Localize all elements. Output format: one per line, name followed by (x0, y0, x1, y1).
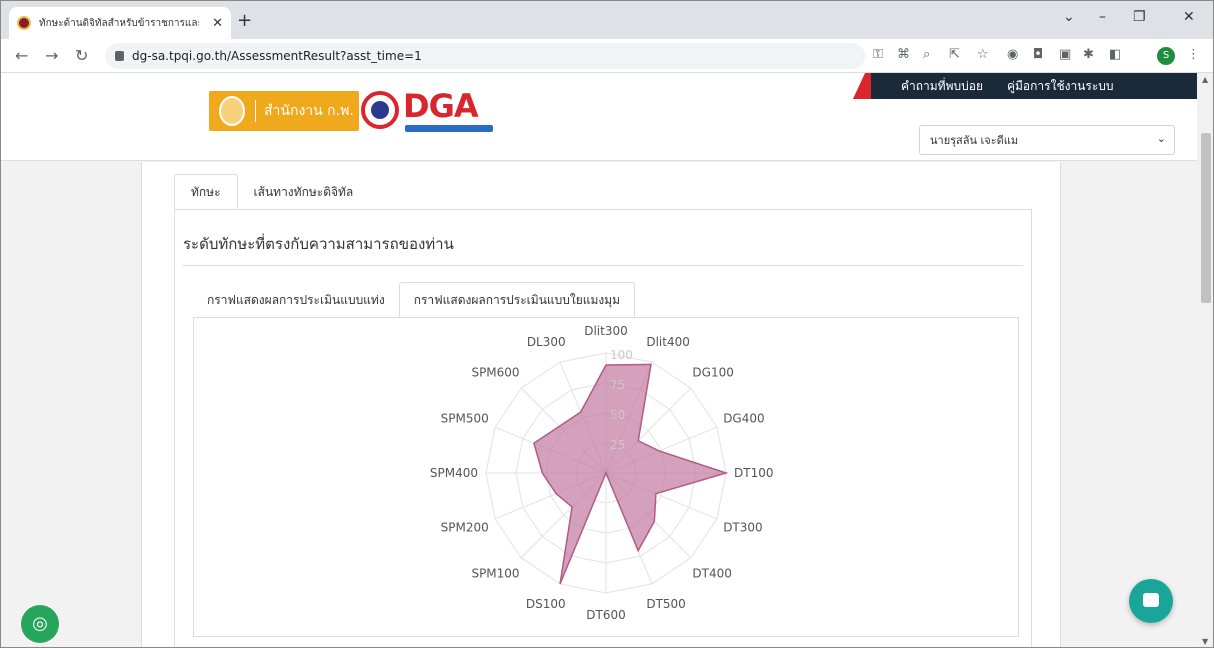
close-window-icon[interactable]: ✕ (1183, 9, 1195, 25)
dga-subtitle-bar (405, 125, 493, 132)
page-scrollbar[interactable]: ▲ ▼ (1197, 73, 1213, 647)
menu-kebab-icon[interactable]: ⋮ (1187, 47, 1200, 62)
lock-icon (115, 51, 124, 61)
user-name: นายรุสลัน เจะดีแม (930, 134, 1019, 147)
forward-icon[interactable]: → (45, 46, 58, 65)
radar-category-label: DT300 (723, 520, 762, 534)
scroll-thumb[interactable] (1201, 133, 1211, 303)
sidepanel-icon[interactable]: ◧ (1109, 47, 1121, 62)
radar-chart: 25 50 75 100 Dlit300 Dlit400 DG100 DG400 DT100 DT… (430, 324, 774, 622)
page-viewport: คำถามที่พบบ่อย คู่มือการใช้งานระบบ สำนัก… (1, 73, 1197, 647)
radar-tick-label: 25 (610, 438, 625, 452)
chevron-down-icon: ⌄ (1156, 132, 1166, 145)
radar-category-label: SPM500 (441, 412, 489, 426)
site-favicon-icon (17, 16, 31, 30)
divider (183, 265, 1023, 266)
url-text: dg-sa.tpqi.go.th/AssessmentResult?asst_t… (132, 49, 422, 63)
radar-category-label: SPM100 (471, 566, 519, 580)
translate-icon[interactable]: ⌘ (897, 47, 910, 62)
site-header: คำถามที่พบบ่อย คู่มือการใช้งานระบบ สำนัก… (1, 73, 1197, 161)
restore-icon[interactable]: ❐ (1133, 9, 1146, 25)
browser-toolbar: ← → ↻ dg-sa.tpqi.go.th/AssessmentResult?… (1, 39, 1213, 73)
radar-category-label: DG400 (723, 412, 764, 426)
address-bar[interactable]: dg-sa.tpqi.go.th/AssessmentResult?asst_t… (105, 43, 865, 69)
main-content: ทักษะ เส้นทางทักษะดิจิทัล ระดับทักษะที่ต… (141, 162, 1061, 647)
manual-link[interactable]: คู่มือการใช้งานระบบ (1007, 77, 1114, 96)
user-dropdown[interactable]: นายรุสลัน เจะดีแม ⌄ (919, 125, 1175, 155)
tab-title: ทักษะด้านดิจิทัลสำหรับข้าราชการและบุ (39, 17, 199, 29)
tab-skills[interactable]: ทักษะ (174, 174, 238, 210)
radar-tick-label: 100 (610, 348, 633, 362)
camera-icon[interactable]: ◘ (1033, 47, 1043, 62)
close-tab-icon[interactable]: ✕ (212, 16, 223, 31)
extension-icon[interactable]: ◉ (1007, 47, 1018, 62)
outer-tab-bar: ทักษะ เส้นทางทักษะดิจิทัล (174, 174, 369, 210)
skills-panel: ระดับทักษะที่ตรงกับความสามารถของท่าน กรา… (174, 209, 1032, 647)
download-icon[interactable]: ▣ (1059, 47, 1071, 62)
dga-logo-text: DGA (403, 87, 479, 125)
radar-category-label: DG100 (692, 366, 733, 380)
radar-category-label: DT400 (692, 566, 731, 580)
profile-avatar[interactable]: S (1157, 47, 1175, 65)
zoom-icon[interactable]: ⌕ (923, 47, 930, 62)
tab-radar-chart[interactable]: กราฟแสดงผลการประเมินแบบใยแมงมุม (398, 282, 636, 318)
ocsc-emblem-icon (219, 96, 245, 126)
back-icon[interactable]: ← (15, 46, 28, 65)
radar-category-label: DT600 (586, 608, 625, 622)
bookmark-star-icon[interactable]: ☆ (977, 47, 989, 62)
key-icon[interactable]: ⚿ (873, 47, 883, 62)
cookie-settings-icon[interactable]: ◎ (21, 605, 59, 643)
radar-tick-label: 50 (610, 408, 625, 422)
browser-tab[interactable]: ทักษะด้านดิจิทัลสำหรับข้าราชการและบุ ✕ (9, 7, 231, 39)
radar-category-label: SPM600 (471, 366, 519, 380)
dga-logo[interactable]: DGA (359, 87, 495, 133)
chart-container: 25 50 75 100 Dlit300 Dlit400 DG100 DG400 DT100 DT… (193, 317, 1019, 637)
chat-icon[interactable] (1129, 579, 1173, 623)
reload-icon[interactable]: ↻ (75, 46, 88, 65)
tab-bar-chart[interactable]: กราฟแสดงผลการประเมินแบบแท่ง (193, 282, 399, 318)
share-icon[interactable]: ⇱ (949, 47, 960, 62)
scroll-up-icon[interactable]: ▲ (1202, 75, 1208, 84)
ocsc-logo-text: สำนักงาน ก.พ. (255, 100, 354, 122)
new-tab-icon[interactable]: + (237, 10, 252, 31)
scroll-down-icon[interactable]: ▼ (1202, 637, 1208, 646)
ocsc-logo[interactable]: สำนักงาน ก.พ. (209, 91, 359, 131)
puzzle-icon[interactable]: ✱ (1083, 47, 1094, 62)
radar-category-label: DT500 (646, 597, 685, 611)
radar-category-label: DL300 (527, 335, 566, 349)
radar-tick-label: 75 (610, 378, 625, 392)
radar-category-label: SPM200 (441, 520, 489, 534)
minimize-icon[interactable]: – (1099, 9, 1106, 25)
tab-strip: ทักษะด้านดิจิทัลสำหรับข้าราชการและบุ ✕ +… (1, 1, 1213, 39)
radar-category-label: SPM400 (430, 466, 478, 480)
faq-link[interactable]: คำถามที่พบบ่อย (901, 77, 983, 96)
tab-digital-path[interactable]: เส้นทางทักษะดิจิทัล (238, 174, 370, 210)
chart-tab-bar: กราฟแสดงผลการประเมินแบบแท่ง กราฟแสดงผลกา… (193, 282, 636, 318)
tab-search-icon[interactable]: ⌄ (1063, 9, 1075, 25)
radar-category-label: Dlit300 (584, 324, 628, 338)
browser-window: ทักษะด้านดิจิทัลสำหรับข้าราชการและบุ ✕ +… (0, 0, 1214, 648)
radar-category-label: Dlit400 (646, 335, 690, 349)
tpqi-seal-icon (361, 91, 399, 129)
radar-category-label: DT100 (734, 466, 773, 480)
top-nav-bar: คำถามที่พบบ่อย คู่มือการใช้งานระบบ (871, 73, 1197, 99)
radar-category-label: DS100 (526, 597, 566, 611)
section-title: ระดับทักษะที่ตรงกับความสามารถของท่าน (183, 235, 454, 253)
